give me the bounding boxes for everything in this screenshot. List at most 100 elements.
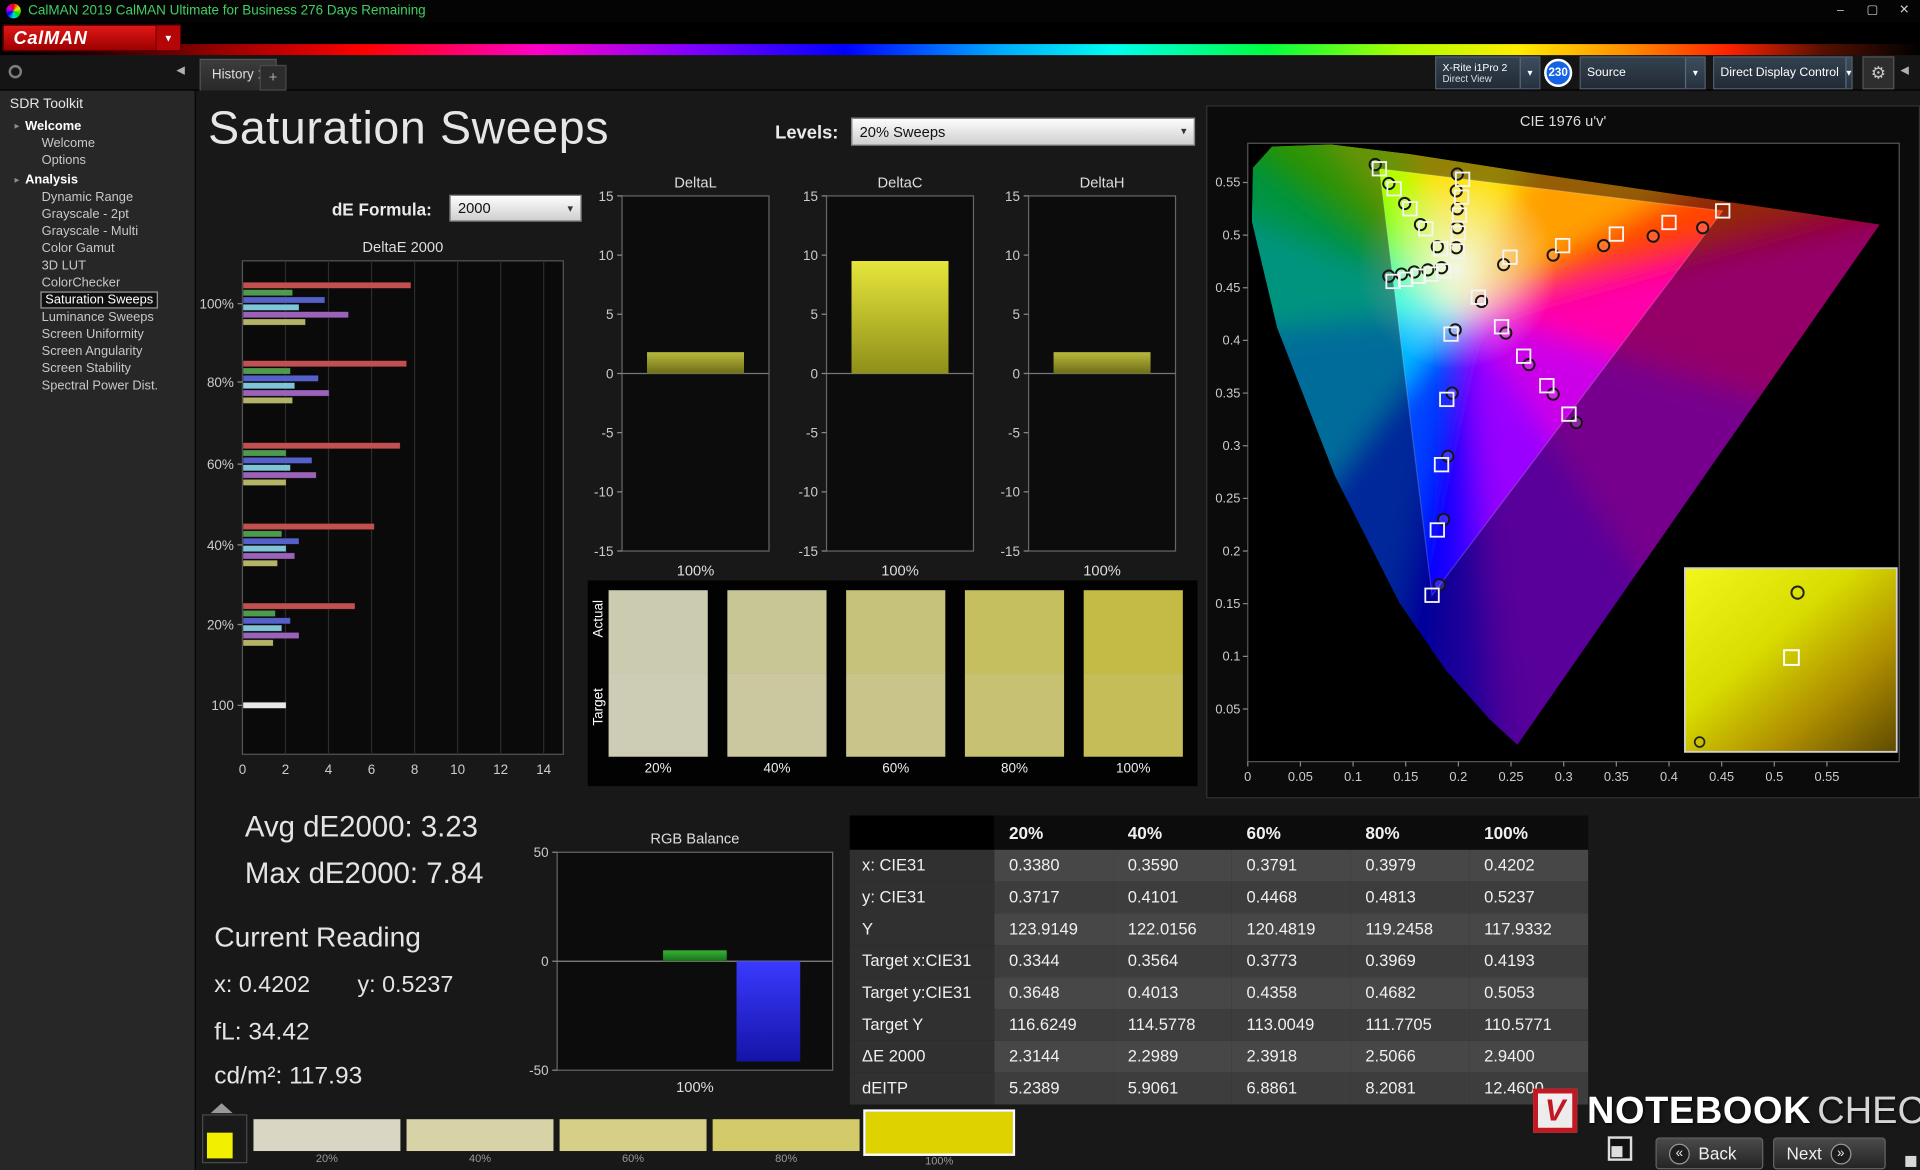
sidebar-item-screen-uniformity[interactable]: Screen Uniformity xyxy=(0,326,195,343)
patch-window-icon[interactable] xyxy=(1607,1136,1633,1161)
levels-dropdown[interactable]: 20% Sweeps ▾ xyxy=(851,117,1196,146)
de-formula-dropdown[interactable]: 2000 ▾ xyxy=(449,194,582,222)
sidebar-item-luminance-sweeps[interactable]: Luminance Sweeps xyxy=(0,309,195,326)
svg-text:0: 0 xyxy=(810,366,817,381)
table-row-x-cie31: x: CIE31 0.3380 0.3590 0.3791 0.3979 0.4202 xyxy=(849,849,1589,882)
table-row-target-x-cie31: Target x:CIE31 0.3344 0.3564 0.3773 0.3969 0.… xyxy=(849,945,1589,978)
screen: CalMAN 2019 CalMAN Ultimate for Business… xyxy=(0,0,1920,1170)
patch-label: 40% xyxy=(468,1152,492,1165)
sidebar-item-options[interactable]: Options xyxy=(0,152,195,169)
sidebar-item-screen-angularity[interactable]: Screen Angularity xyxy=(0,343,195,360)
table-cell: 111.7705 xyxy=(1350,1008,1470,1041)
delta-e-bar xyxy=(242,464,291,472)
current-patch-box[interactable] xyxy=(202,1114,248,1164)
add-tab-button[interactable]: + xyxy=(259,64,287,91)
calman-menu-button[interactable]: CalMAN ▼ xyxy=(2,24,182,52)
sidebar-item-3d-lut[interactable]: 3D LUT xyxy=(0,257,195,274)
meter-dropdown[interactable]: X-Rite i1Pro 2 Direct View ▾ xyxy=(1435,56,1541,90)
cie-measured-point xyxy=(1450,167,1464,181)
sidebar-collapse-icon[interactable]: ◀ xyxy=(176,64,184,77)
next-button[interactable]: Next » xyxy=(1773,1137,1886,1170)
patch-label: 60% xyxy=(622,1152,645,1165)
svg-text:-5: -5 xyxy=(1008,426,1020,441)
svg-text:10: 10 xyxy=(599,248,614,263)
delta-e-bar xyxy=(242,442,401,450)
cie-measured-point xyxy=(1522,358,1536,372)
patch-swatch-20[interactable]: 20% xyxy=(253,1119,401,1167)
sidebar-item-grayscale-2pt[interactable]: Grayscale - 2pt xyxy=(0,206,195,223)
calman-app: CalMAN 2019 CalMAN Ultimate for Business… xyxy=(0,0,1920,1170)
svg-text:0.2: 0.2 xyxy=(1223,543,1241,558)
source-dropdown[interactable]: Source ▾ xyxy=(1579,56,1706,90)
svg-text:15: 15 xyxy=(803,189,818,204)
back-button[interactable]: « Back xyxy=(1655,1137,1764,1170)
panel-collapse-icon[interactable]: ◀ xyxy=(1900,64,1908,77)
resize-grip[interactable] xyxy=(1905,1155,1917,1167)
display-control-label: Direct Display Control xyxy=(1720,66,1839,80)
svg-text:0.5: 0.5 xyxy=(1223,227,1241,242)
rgb-balance-chart-host: RGB Balance 50 0 -50 100% xyxy=(501,828,844,1108)
table-row-label: ΔE 2000 xyxy=(849,1040,995,1073)
table-cell: 2.3918 xyxy=(1231,1040,1351,1073)
table-col-header: 20% xyxy=(994,815,1114,850)
sidebar-item-dynamic-range[interactable]: Dynamic Range xyxy=(0,189,195,206)
table-cell: 114.5778 xyxy=(1113,1008,1232,1041)
swatch-compare-panel: Actual Target 20% 40% 60% 80% 100% xyxy=(587,580,1198,787)
patch-swatch-40[interactable]: 40% xyxy=(406,1119,554,1167)
svg-text:RGB Balance: RGB Balance xyxy=(650,832,739,848)
sidebar-item-screen-stability[interactable]: Screen Stability xyxy=(0,360,195,377)
close-button[interactable]: ✕ xyxy=(1888,0,1920,22)
table-row-label: dEITP xyxy=(849,1072,995,1105)
sidebar-item-spectral-power-dist[interactable]: Spectral Power Dist. xyxy=(0,377,195,394)
patch-swatch-100[interactable]: 100% xyxy=(863,1109,1016,1170)
delta-e-bar xyxy=(242,303,300,311)
table-cell: 0.3791 xyxy=(1231,849,1351,882)
svg-text:DeltaH: DeltaH xyxy=(1080,175,1125,191)
results-table: 20% 40% 60% 80% 100% x: CIE31 0.3380 0.3590 0.37… xyxy=(849,815,1589,1105)
chevron-down-icon[interactable]: ▾ xyxy=(1844,57,1852,89)
logo-dropdown-icon[interactable]: ▼ xyxy=(155,25,181,51)
table-col-header: 80% xyxy=(1350,815,1470,850)
svg-text:100%: 100% xyxy=(677,564,715,580)
patch-popup-arrow-icon[interactable] xyxy=(210,1103,233,1114)
sidebar-item-colorchecker[interactable]: ColorChecker xyxy=(0,274,195,291)
cie-measured-point xyxy=(1597,239,1611,253)
deltac-bar xyxy=(851,261,949,374)
actual-label: Actual xyxy=(591,600,607,638)
swatch-target xyxy=(1083,673,1183,757)
delta-e-bar xyxy=(242,479,287,486)
svg-text:-10: -10 xyxy=(799,485,818,500)
gear-icon[interactable]: ⚙ xyxy=(1862,56,1895,90)
minimize-button[interactable]: – xyxy=(1825,0,1857,22)
svg-text:0.25: 0.25 xyxy=(1215,491,1240,506)
sidebar-section-welcome[interactable]: ▸ Welcome xyxy=(0,115,195,135)
workflow-circle-button[interactable] xyxy=(8,64,23,79)
sidebar-item-welcome[interactable]: Welcome xyxy=(0,135,195,152)
meter-status-badge[interactable]: 230 xyxy=(1544,58,1573,87)
table-row-e-2000: ΔE 2000 2.3144 2.2989 2.3918 2.5066 2.9400 xyxy=(849,1040,1589,1073)
svg-text:8: 8 xyxy=(411,762,418,777)
svg-text:60%: 60% xyxy=(207,457,234,472)
sidebar-section-analysis[interactable]: ▸ Analysis xyxy=(0,169,195,189)
chevron-down-icon[interactable]: ▾ xyxy=(1519,57,1540,89)
display-control-dropdown[interactable]: Direct Display Control ▾ xyxy=(1713,56,1853,90)
svg-text:0: 0 xyxy=(1013,366,1020,381)
table-cell: 0.3969 xyxy=(1350,945,1470,978)
delta-e-bar xyxy=(242,397,293,404)
de-formula-value: 2000 xyxy=(457,199,491,217)
svg-text:14: 14 xyxy=(536,762,551,777)
maximize-button[interactable]: ▢ xyxy=(1856,0,1888,22)
svg-text:0.05: 0.05 xyxy=(1215,701,1240,716)
chevron-down-icon[interactable]: ▾ xyxy=(1684,57,1705,89)
svg-text:50: 50 xyxy=(534,845,549,860)
sidebar-item-color-gamut[interactable]: Color Gamut xyxy=(0,240,195,257)
sidebar-item-grayscale-multi[interactable]: Grayscale - Multi xyxy=(0,223,195,240)
cie-measured-point xyxy=(1368,157,1382,172)
cie-measured-point xyxy=(1696,221,1710,235)
svg-text:0.1: 0.1 xyxy=(1344,769,1362,784)
patch-swatch-60[interactable]: 60% xyxy=(559,1119,707,1167)
table-cell: 0.3717 xyxy=(994,881,1114,914)
app-icon xyxy=(6,3,21,19)
sidebar-item-saturation-sweeps[interactable]: Saturation Sweeps xyxy=(0,291,195,309)
patch-swatch-80[interactable]: 80% xyxy=(712,1119,860,1167)
